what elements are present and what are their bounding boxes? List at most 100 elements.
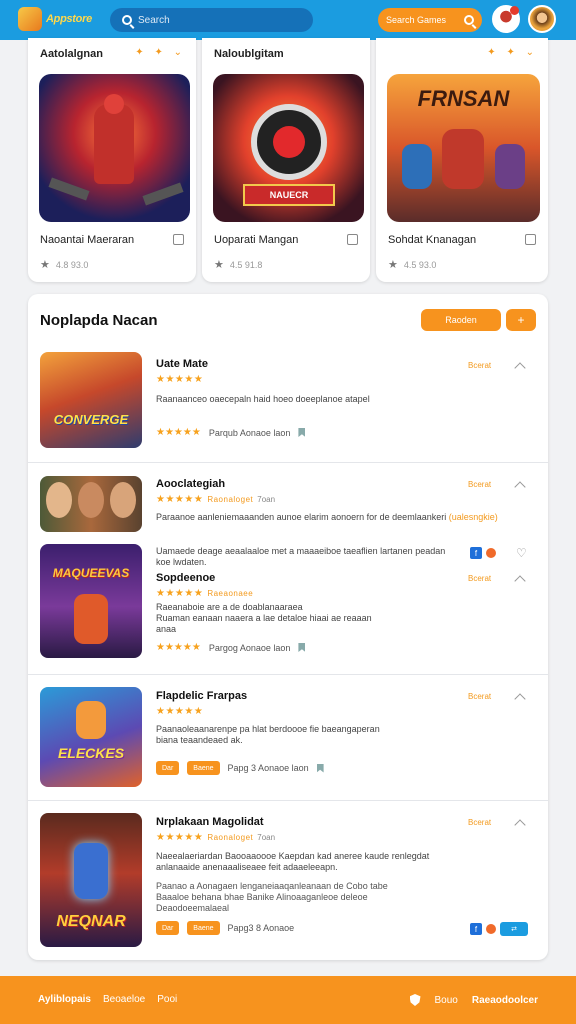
rating-stars: ★★★★★ — [156, 494, 204, 505]
footer-link[interactable]: Raeaodoolcer — [472, 995, 538, 1006]
top-card[interactable]: ✦ ✦ ⌄ FRNSAN Sohdat Knanagan ★ 4.5 93.0 — [376, 38, 548, 282]
game-tag: Bcerat — [468, 818, 492, 827]
promo-search-button[interactable]: Search Games — [378, 8, 482, 32]
game-rating-stars: ★★★★★ — [156, 374, 204, 385]
share-actions: f ⇄ — [470, 922, 528, 936]
bookmark-icon[interactable] — [173, 234, 184, 245]
row-divider — [28, 462, 548, 463]
rating-note: 7oan — [257, 495, 276, 504]
top-card-actions-icon[interactable]: ✦ ✦ ⌄ — [487, 47, 538, 58]
footer-link[interactable]: Beoaeloe — [103, 994, 145, 1005]
tag-pill[interactable]: Dar — [156, 761, 180, 775]
star-icon: ★ — [214, 259, 224, 271]
heart-icon[interactable]: ♡ — [516, 546, 527, 560]
artwork-title: FRNSAN — [417, 86, 510, 111]
top-card-title: Naoantai Maeraran — [40, 234, 135, 246]
game-title: Uate Mate — [156, 358, 208, 370]
footer-actions: Bouo Raeaodoolcer — [409, 994, 538, 1006]
game-list-panel: Noplapda Nacan Raoden + CONVERGE Uate Ma… — [28, 294, 548, 960]
game-thumbnail[interactable]: CONVERGE — [40, 352, 142, 448]
top-card-rating: 4.5 91.8 — [229, 259, 263, 270]
top-card-title: Uoparati Mangan — [214, 234, 299, 246]
footer-text: Papg 3 Aonaoe laon — [227, 763, 309, 773]
star-icon: ★ — [388, 259, 398, 271]
game-thumbnail[interactable] — [40, 476, 142, 532]
user-avatar[interactable] — [528, 5, 556, 33]
game-artwork[interactable] — [39, 74, 190, 222]
rating-extra: Raonaloget — [207, 833, 254, 842]
bookmark-icon[interactable] — [316, 763, 324, 773]
footer-link[interactable]: Ayliblopais — [38, 994, 91, 1005]
row-divider — [28, 674, 548, 675]
game-thumbnail[interactable]: ELECKES — [40, 687, 142, 787]
rating-stars: ★★★★★ — [156, 832, 204, 843]
footer-stars: ★★★★★ — [156, 642, 201, 653]
game-description: Naeealaeriardan Baooaaoooe Kaepdan kad a… — [156, 851, 430, 872]
game-title: Flapdelic Frarpas — [156, 690, 248, 702]
game-tag: Bcerat — [468, 361, 492, 370]
tag-pill[interactable]: Baene — [187, 761, 220, 775]
footer-stars: ★★★★★ — [156, 427, 201, 438]
description-text: Paraanoe aanleniemaaanden aunoe elarim a… — [156, 512, 447, 522]
game-artwork[interactable]: FRNSAN — [387, 74, 540, 222]
panel-title: Noplapda Nacan — [40, 312, 158, 329]
bookmark-icon[interactable] — [347, 234, 358, 245]
top-card-heading: Aatolalgnan — [40, 48, 103, 60]
game-title: Aooclategiah — [156, 478, 226, 490]
search-placeholder: Search — [138, 14, 170, 26]
facebook-icon[interactable]: f — [470, 923, 482, 935]
rating-extra: Raonaloget — [207, 495, 254, 504]
tag-pill[interactable]: Dar — [156, 921, 180, 935]
game-tag: Bcerat — [468, 480, 492, 489]
game-thumbnail[interactable]: NEQNAR — [40, 813, 142, 947]
footer-link[interactable]: Pooi — [157, 994, 177, 1005]
chevron-up-icon[interactable] — [514, 481, 526, 493]
top-card-meta: ★ 4.5 93.0 — [388, 258, 436, 271]
thumbnail-title: CONVERGE — [53, 412, 129, 427]
promo-search-icon — [464, 15, 474, 25]
search-icon — [122, 15, 132, 25]
record-icon[interactable] — [486, 924, 496, 934]
thumbnail-title: MAQUEEVAS — [52, 566, 130, 580]
description-tag[interactable]: (ualesngkie) — [449, 512, 498, 522]
game-thumbnail[interactable]: MAQUEEVAS — [40, 544, 142, 658]
panel-add-button[interactable]: + — [506, 309, 536, 331]
chevron-up-icon[interactable] — [514, 693, 526, 705]
game-artwork[interactable]: NAUECR — [213, 74, 364, 222]
top-card-heading: Naloublgitam — [214, 48, 284, 60]
footer-text: Papg3 8 Aonaoe — [227, 923, 295, 933]
app-logo-text: Appstore — [46, 13, 92, 25]
app-logo-icon — [18, 7, 42, 31]
rating-stars: ★★★★★ — [156, 588, 204, 599]
share-icon[interactable]: ⇄ — [500, 922, 528, 936]
top-card[interactable]: Naloublgitam NAUECR Uoparati Mangan ★ 4.… — [202, 38, 370, 282]
star-icon: ★ — [40, 259, 50, 271]
rating-note: 7oan — [257, 833, 276, 842]
footer-link[interactable]: Bouo — [435, 995, 458, 1006]
game-rating-stars: ★★★★★ Raonaloget 7oan — [156, 494, 275, 505]
game-rating-stars: ★★★★★ Raonaloget 7oan — [156, 832, 275, 843]
top-card-actions-icon[interactable]: ✦ ✦ ⌄ — [135, 47, 186, 58]
chevron-up-icon[interactable] — [514, 362, 526, 374]
game-intro: Uamaede deage aeaalaaloe met a maaaeiboe… — [156, 546, 446, 567]
bookmark-icon[interactable] — [525, 234, 536, 245]
chevron-up-icon[interactable] — [514, 575, 526, 587]
bookmark-icon[interactable] — [298, 428, 306, 437]
tag-pill[interactable]: Baene — [187, 921, 220, 935]
notification-badge — [510, 6, 519, 15]
row-divider — [28, 800, 548, 801]
panel-primary-button[interactable]: Raoden — [421, 309, 501, 331]
footer-text: Pargog Aonaoe laon — [208, 642, 291, 653]
top-card-meta: ★ 4.8 93.0 — [40, 258, 88, 271]
record-icon[interactable] — [486, 548, 496, 558]
chevron-up-icon[interactable] — [514, 819, 526, 831]
search-input[interactable]: Search — [110, 8, 313, 32]
game-rating-stars: ★★★★★ — [156, 706, 204, 717]
facebook-icon[interactable]: f — [470, 547, 482, 559]
app-logo[interactable]: Appstore — [18, 7, 92, 31]
thumbnail-title: ELECKES — [57, 745, 125, 761]
game-description: Raanaanceo oaecepaln haid hoeo doeeplano… — [156, 394, 370, 404]
top-card[interactable]: Aatolalgnan ✦ ✦ ⌄ Naoantai Maeraran ★ 4.… — [28, 38, 196, 282]
footer-links: Ayliblopais Beoaeloe Pooi — [38, 994, 177, 1005]
bookmark-icon[interactable] — [298, 643, 306, 652]
